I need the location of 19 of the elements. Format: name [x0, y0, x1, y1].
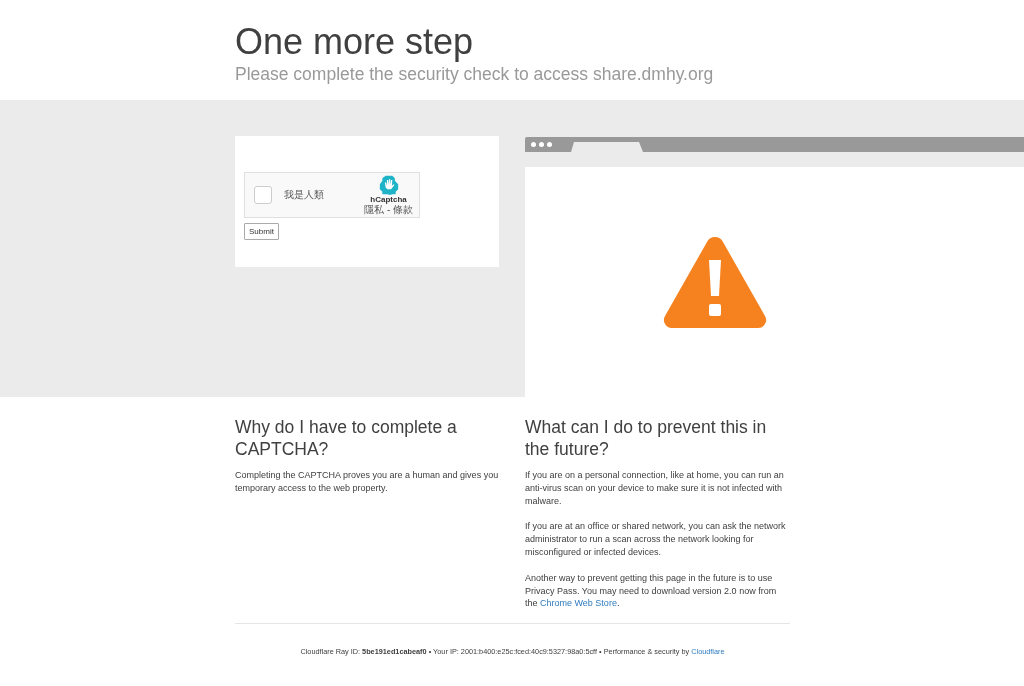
paragraph: If you are on a personal connection, like at home, you can run an anti-virus scan on your device to make sure it is not infected with malware. — [525, 469, 785, 508]
hand-logo-icon — [378, 175, 399, 195]
paragraph: Another way to prevent getting this page in the future is to use Privacy Pass. You may need to download version 2.0 now from the Chrome Web Store. — [525, 571, 778, 611]
paragraph: Completing the CAPTCHA proves you are a human and gives you temporary access to the web property. — [235, 469, 499, 495]
store-link[interactable]: Chrome Web Store — [540, 598, 617, 609]
page-subtitle: Please complete the security check to access share.dmhy.org — [235, 64, 715, 85]
page-title: One more step — [235, 22, 475, 62]
paragraph: If you are at an office or shared network, you can ask the network administrator to run a scan across the network looking for misconfigured or infected devices. — [525, 520, 787, 559]
window-dot — [531, 142, 536, 147]
window-dot — [539, 142, 544, 147]
captcha-checkbox[interactable] — [254, 186, 272, 204]
warning-icon — [662, 236, 767, 328]
section-heading: Why do I have to complete a CAPTCHA? — [235, 416, 458, 460]
window-dot — [547, 142, 552, 147]
captcha-label: 我是人類 — [284, 188, 325, 202]
brand-name: hCaptcha — [370, 195, 407, 204]
submit-button[interactable]: Submit — [244, 223, 279, 240]
privacy-terms-links[interactable]: 隱私 - 條款 — [364, 204, 413, 215]
section-heading: What can I do to prevent this in the future? — [525, 416, 768, 460]
